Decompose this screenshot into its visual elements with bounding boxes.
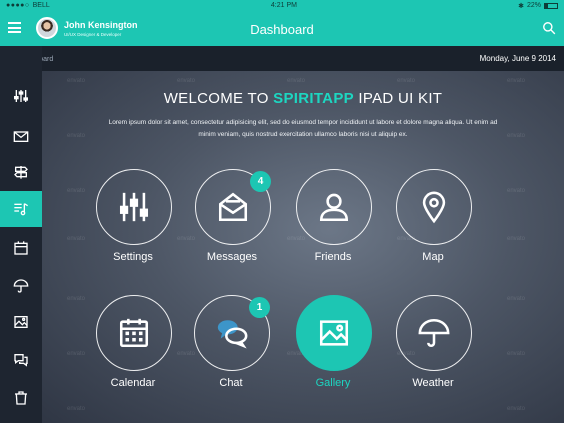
status-time: 4:21 PM [270,2,297,9]
weather-label: Weather [412,377,454,389]
calendar-icon [14,241,28,255]
messages-label: Messages [206,251,258,263]
friends-tile[interactable] [296,169,372,245]
watermark: envato [67,188,86,194]
calendar-label: Calendar [110,377,156,389]
current-date: Monday, June 9 2014 [479,54,556,63]
app-header: John Kensington UI/UX Designer & Develop… [0,11,564,46]
image-icon [14,316,28,328]
watermark: envato [67,406,86,412]
watermark: envato [177,236,196,242]
bluetooth-icon: ✱ [518,2,524,10]
sidebar-item-trash[interactable] [0,380,42,416]
user-icon [319,193,349,222]
settings-tile[interactable] [96,169,172,245]
watermark: envato [67,236,86,242]
brand-name: SPIRITAPP [273,90,354,107]
sliders-icon [14,90,28,102]
sidebar-item-directions[interactable] [0,154,42,190]
watermark: envato [507,78,526,84]
chat-bubbles-icon [14,354,28,367]
sidebar-item-calendar[interactable] [0,230,42,266]
umbrella-icon [418,319,450,347]
settings-label: Settings [113,251,153,263]
map-label: Map [422,251,444,263]
sidebar-item-playlist[interactable] [0,191,42,227]
watermark: envato [507,133,526,139]
map-tile[interactable] [396,169,472,245]
watermark: envato [507,188,526,194]
watermark: envato [507,296,526,302]
sidebar-item-settings[interactable] [0,78,42,114]
sidebar-item-gallery[interactable] [0,304,42,340]
signal-icon: ●●●●○ [6,2,30,9]
watermark: envato [287,236,306,242]
calendar-tile[interactable] [96,295,172,371]
messages-badge: 4 [250,171,271,192]
gallery-label: Gallery [315,377,351,389]
watermark: envato [287,78,306,84]
battery-percent: 22% [526,2,541,9]
envelope-icon [13,131,29,142]
welcome-text: Lorem ipsum dolor sit amet, consectetur … [108,119,498,138]
trash-icon [15,391,27,405]
status-bar: ●●●●○ BELL 4:21 PM ✱ 22% [0,0,564,11]
page-title: Dashboard [250,22,314,37]
watermark: envato [397,78,416,84]
calendar-icon [119,318,149,348]
watermark: envato [67,133,86,139]
watermark: envato [177,78,196,84]
breadcrumb-bar: Dashboard Monday, June 9 2014 [0,46,564,71]
signpost-icon [14,166,28,179]
search-icon[interactable] [542,21,556,35]
chat-badge: 1 [249,297,270,318]
envelope-icon [218,192,248,222]
watermark: envato [177,351,196,357]
sidebar-item-chat[interactable] [0,342,42,378]
sidebar-item-weather[interactable] [0,268,42,304]
watermark: envato [67,296,86,302]
image-icon [319,320,349,346]
map-pin-icon [422,191,446,224]
friends-label: Friends [314,251,352,263]
watermark: envato [507,236,526,242]
watermark: envato [507,406,526,412]
umbrella-icon [13,279,29,293]
chat-bubbles-icon [217,320,248,349]
carrier-label: BELL [32,2,50,9]
battery-icon [543,2,558,9]
watermark: envato [507,351,526,357]
chat-label: Chat [219,377,243,389]
sidebar-item-messages[interactable] [0,118,42,154]
music-list-icon [14,203,29,216]
sidebar [0,46,42,423]
sliders-icon [119,192,149,222]
gallery-tile[interactable] [296,295,372,371]
welcome-heading: WELCOME TO SPIRITAPP IPAD UI KIT [163,90,443,107]
watermark: envato [67,78,86,84]
watermark: envato [67,351,86,357]
weather-tile[interactable] [396,295,472,371]
dashboard-main: envato envato envato envato envato envat… [42,71,564,423]
